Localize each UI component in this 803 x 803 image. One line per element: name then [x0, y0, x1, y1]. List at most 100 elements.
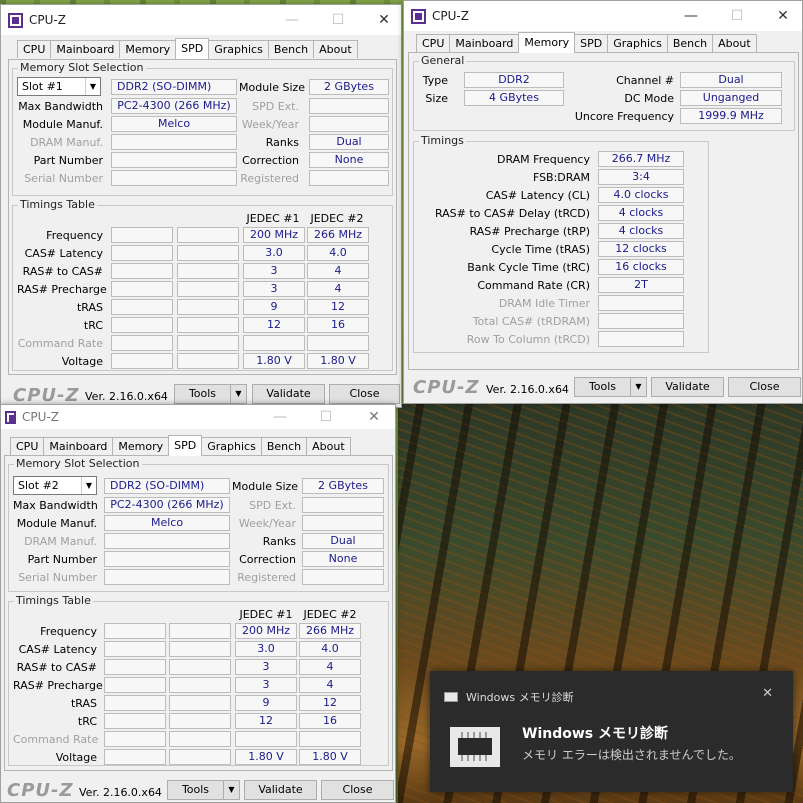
dram-idle-timer-value [598, 295, 684, 311]
close-button[interactable]: Close [321, 780, 394, 800]
module-size-value: 2 GBytes [309, 79, 389, 95]
jedec1-tras: 9 [235, 695, 297, 711]
windows-notification-toast[interactable]: Windows メモリ診断 ✕ Windows メモリ診断 メモリ エラーは検出… [430, 671, 793, 792]
week-year-value [309, 116, 389, 132]
title-bar[interactable]: CPU-Z — ☐ ✕ [1, 405, 395, 429]
general-group: General Type DDR2 Size 4 GBytes Channel … [413, 54, 795, 131]
timing-cell [169, 641, 231, 657]
timing-cell [104, 731, 166, 747]
timing-cell [169, 695, 231, 711]
tab-memory[interactable]: Memory [518, 32, 576, 53]
tab-mainboard[interactable]: Mainboard [449, 34, 520, 52]
tab-about[interactable]: About [313, 40, 358, 58]
tab-cpu[interactable]: CPU [10, 437, 45, 455]
close-window-button[interactable]: ✕ [361, 5, 407, 35]
dropdown-arrow-icon[interactable]: ▼ [630, 378, 646, 396]
module-size-value: 2 GBytes [302, 478, 384, 494]
tab-spd[interactable]: SPD [168, 435, 203, 456]
memory-chip-icon [450, 727, 500, 767]
timing-cell [111, 335, 173, 351]
validate-button[interactable]: Validate [252, 384, 325, 404]
toast-title: Windows メモリ診断 [522, 726, 668, 742]
maximize-button[interactable]: ☐ [303, 405, 349, 429]
max-bandwidth-label: Max Bandwidth [13, 499, 98, 512]
dram-manuf-value [111, 134, 237, 150]
memory-type-value: DDR2 (SO-DIMM) [111, 79, 237, 95]
timing-cell [177, 299, 239, 315]
slot-select[interactable]: Slot #2 ▼ [13, 476, 97, 495]
timing-cell [235, 731, 297, 747]
tools-button[interactable]: Tools ▼ [174, 384, 247, 404]
slot-select[interactable]: Slot #1 ▼ [17, 77, 101, 96]
tab-memory[interactable]: Memory [119, 40, 177, 58]
group-label: Memory Slot Selection [18, 61, 146, 74]
tab-memory[interactable]: Memory [112, 437, 170, 455]
dropdown-arrow-icon[interactable]: ▼ [230, 385, 246, 403]
timing-cell [169, 659, 231, 675]
tools-button[interactable]: Tools ▼ [574, 377, 647, 397]
tab-bench[interactable]: Bench [267, 40, 315, 58]
channel-label: Channel # [616, 74, 674, 87]
close-button[interactable]: Close [329, 384, 400, 404]
size-label: Size [425, 92, 448, 105]
tab-bench[interactable]: Bench [666, 34, 714, 52]
spd-panel: Memory Slot Selection Slot #2 ▼ DDR2 (SO… [4, 455, 393, 771]
tab-about[interactable]: About [306, 437, 351, 455]
minimize-button[interactable]: — [269, 5, 315, 35]
version-label: Ver. 2.16.0.x64 [85, 390, 168, 403]
maximize-button[interactable]: ☐ [714, 1, 760, 31]
trc-label: tRC [77, 715, 97, 728]
trp-label: RAS# Precharge (tRP) [469, 225, 590, 238]
serial-number-label: Serial Number [18, 571, 97, 584]
dram-manuf-label: DRAM Manuf. [30, 136, 103, 149]
chip-pin [485, 755, 487, 761]
chip-pin [473, 755, 475, 761]
tab-mainboard[interactable]: Mainboard [50, 40, 121, 58]
tab-bench[interactable]: Bench [260, 437, 308, 455]
dropdown-arrow-icon[interactable]: ▼ [223, 781, 239, 799]
dram-idle-timer-label: DRAM Idle Timer [498, 297, 590, 310]
spd-panel: Memory Slot Selection Slot #1 ▼ DDR2 (SO… [8, 59, 397, 375]
tab-graphics[interactable]: Graphics [208, 40, 269, 58]
registered-label: Registered [237, 571, 296, 584]
tab-cpu[interactable]: CPU [416, 34, 451, 52]
window-title: CPU-Z [432, 9, 469, 23]
group-label: Timings Table [14, 594, 93, 607]
jedec1-header: JEDEC #1 [246, 212, 300, 225]
type-label: Type [422, 74, 448, 87]
chip-pin [467, 732, 469, 738]
minimize-button[interactable]: — [257, 405, 303, 429]
tab-spd[interactable]: SPD [574, 34, 609, 52]
tab-graphics[interactable]: Graphics [607, 34, 668, 52]
tab-spd[interactable]: SPD [175, 38, 210, 59]
command-rate-value: 2T [598, 277, 684, 293]
validate-button[interactable]: Validate [651, 377, 724, 397]
jedec1-trc: 12 [235, 713, 297, 729]
close-button[interactable]: Close [728, 377, 801, 397]
tab-graphics[interactable]: Graphics [201, 437, 262, 455]
tab-cpu[interactable]: CPU [17, 40, 52, 58]
chip-pin [461, 732, 463, 738]
title-bar[interactable]: CPU-Z — ☐ ✕ [1, 5, 401, 35]
minimize-button[interactable]: — [668, 1, 714, 31]
tab-bar: CPU Mainboard Memory SPD Graphics Bench … [17, 38, 358, 59]
tab-mainboard[interactable]: Mainboard [43, 437, 114, 455]
tools-button[interactable]: Tools ▼ [167, 780, 240, 800]
timings-table-group: Timings Table JEDEC #1 JEDEC #2 Frequenc… [12, 198, 393, 371]
serial-number-label: Serial Number [24, 172, 103, 185]
spd-ext-value [302, 497, 384, 513]
registered-value [302, 569, 384, 585]
maximize-button[interactable]: ☐ [315, 5, 361, 35]
close-window-button[interactable]: ✕ [351, 405, 397, 429]
title-bar[interactable]: CPU-Z — ☐ ✕ [404, 1, 802, 31]
timing-cell [111, 281, 173, 297]
validate-button[interactable]: Validate [244, 780, 317, 800]
correction-value: None [309, 152, 389, 168]
close-icon[interactable]: ✕ [762, 686, 773, 701]
close-window-button[interactable]: ✕ [760, 1, 803, 31]
size-value: 4 GBytes [464, 90, 564, 106]
timing-cell [111, 245, 173, 261]
total-cas-label: Total CAS# (tRDRAM) [472, 315, 590, 328]
timing-cell [177, 335, 239, 351]
tab-about[interactable]: About [712, 34, 757, 52]
